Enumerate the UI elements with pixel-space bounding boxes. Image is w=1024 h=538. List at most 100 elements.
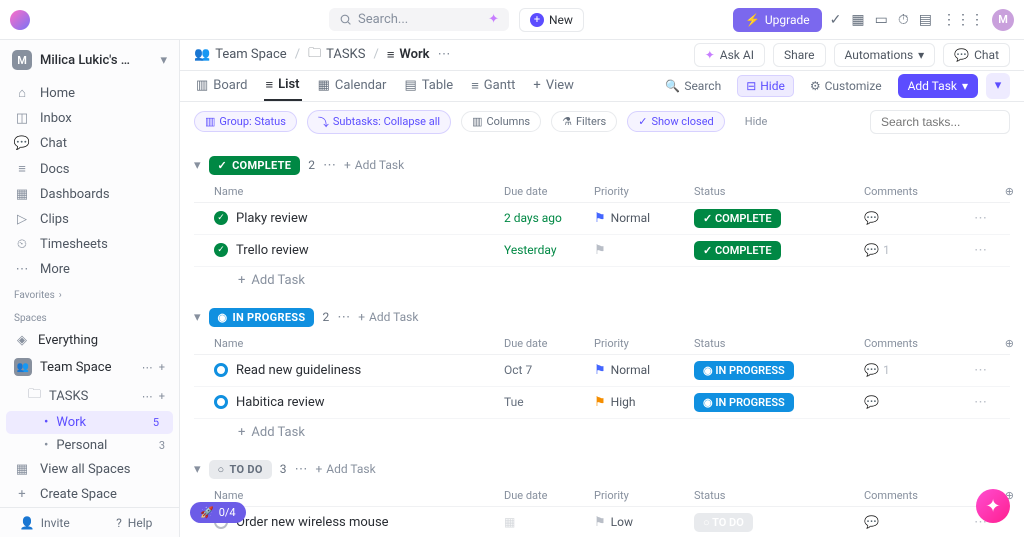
share-button[interactable]: Share [773,43,826,67]
automations-button[interactable]: Automations▾ [834,43,936,67]
hide-button[interactable]: ⊟Hide [737,75,794,97]
tab-add-view[interactable]: +View [531,72,576,99]
app-logo[interactable] [10,10,30,30]
col-comments[interactable]: Comments [864,337,964,350]
col-comments[interactable]: Comments [864,185,964,198]
group-add-task[interactable]: +Add Task [358,310,418,324]
tab-calendar[interactable]: ▦Calendar [316,72,389,99]
comments-cell[interactable]: 💬 [864,515,964,529]
status-cell[interactable]: ◉ IN PROGRESS [694,361,854,380]
more-icon[interactable]: ⋯ [294,462,307,477]
tab-board[interactable]: ▥Board [194,72,250,99]
comments-cell[interactable]: 💬1 [864,363,964,377]
nav-home[interactable]: ⌂Home [0,80,179,106]
col-priority[interactable]: Priority [594,489,684,502]
check-circle-icon[interactable]: ✓ [830,12,842,28]
columns-chip[interactable]: ▥Columns [461,111,541,132]
status-dot-icon[interactable] [214,363,228,377]
add-task-button[interactable]: Add Task▾ [898,74,978,98]
status-dot-icon[interactable]: ✓ [214,243,228,257]
col-status[interactable]: Status [694,337,854,350]
col-name[interactable]: Name [214,337,494,350]
row-more[interactable]: ⋯ [974,395,1014,410]
due-date-cell[interactable]: ▦ [504,515,584,529]
more-icon[interactable]: ⋯ [323,158,336,173]
tab-gantt[interactable]: ≡Gantt [469,72,517,100]
nav-docs[interactable]: ≡Docs [0,156,179,182]
col-comments[interactable]: Comments [864,489,964,502]
status-cell[interactable]: ✓ COMPLETE [694,241,854,260]
due-date-cell[interactable]: Tue [504,395,584,409]
nav-dashboards[interactable]: ▦Dashboards [0,182,179,207]
nav-more[interactable]: ⋯More [0,257,179,282]
priority-cell[interactable]: ⚑High [594,395,684,410]
tab-list[interactable]: ≡List [264,71,302,101]
task-row[interactable]: ✓Plaky review2 days ago⚑Normal✓ COMPLETE… [194,203,1010,235]
priority-cell[interactable]: ⚑Normal [594,211,684,226]
global-search[interactable]: Search... ✦ [329,8,509,31]
col-name[interactable]: Name [214,489,494,502]
status-cell[interactable]: ◉ IN PROGRESS [694,393,854,412]
col-priority[interactable]: Priority [594,185,684,198]
col-status[interactable]: Status [694,185,854,198]
comments-cell[interactable]: 💬1 [864,243,964,257]
filters-chip[interactable]: ⚗Filters [551,111,617,132]
task-row[interactable]: Habitica reviewTue⚑High◉ IN PROGRESS💬⋯ [194,387,1010,419]
quick-action-fab[interactable]: ✦ [976,489,1010,523]
col-due[interactable]: Due date [504,185,584,198]
more-icon[interactable]: ⋯ [142,390,153,403]
priority-cell[interactable]: ⚑Normal [594,363,684,378]
col-due[interactable]: Due date [504,489,584,502]
due-date-cell[interactable]: Oct 7 [504,363,584,377]
new-button[interactable]: + New [519,8,584,32]
crumb-tasks[interactable]: 🗀TASKS [308,44,365,66]
notepad-icon[interactable]: ▤ [919,12,932,28]
crumb-team-space[interactable]: 👥Team Space [194,47,287,62]
everything-item[interactable]: ◈ Everything [0,328,179,353]
view-all-spaces[interactable]: ▦View all Spaces [0,457,179,482]
add-column[interactable]: ⊕ [974,337,1014,350]
video-icon[interactable]: ▭ [875,12,888,28]
more-icon[interactable]: ⋯ [438,47,451,62]
subtasks-chip[interactable]: ⤵Subtasks: Collapse all [307,110,451,134]
nav-clips[interactable]: ▷Clips [0,207,179,232]
status-cell[interactable]: ○ TO DO [694,513,854,532]
search-button[interactable]: 🔍Search [657,76,729,96]
ask-ai-button[interactable]: ✦Ask AI [694,43,765,67]
crumb-work[interactable]: ≡Work [387,47,430,63]
invite-button[interactable]: 👤Invite [0,508,90,538]
more-icon[interactable]: ⋯ [337,310,350,325]
add-column[interactable]: ⊕ [974,185,1014,198]
folder-tasks[interactable]: 🗀 TASKS ⋯+ [0,381,179,411]
comments-cell[interactable]: 💬 [864,395,964,409]
nav-timesheets[interactable]: ⏲Timesheets [0,232,179,257]
col-status[interactable]: Status [694,489,854,502]
task-row[interactable]: Read new guidelinessOct 7⚑Normal◉ IN PRO… [194,355,1010,387]
create-space[interactable]: +Create Space [0,482,179,507]
status-dot-icon[interactable]: ✓ [214,211,228,225]
tab-table[interactable]: ▤Table [402,72,455,99]
nav-inbox[interactable]: ◫Inbox [0,106,179,131]
priority-cell[interactable]: ⚑ [594,243,684,258]
workspace-switcher[interactable]: M Milica Lukic's … ▾ [0,40,179,80]
more-icon[interactable]: ⋯ [142,361,153,374]
help-button[interactable]: ?Help [90,508,180,538]
group-status-badge[interactable]: ○TO DO [209,460,272,479]
space-team-space[interactable]: 👥 Team Space ⋯+ [0,353,179,381]
add-task-inline[interactable]: +Add Task [194,267,1010,294]
row-more[interactable]: ⋯ [974,363,1014,378]
col-due[interactable]: Due date [504,337,584,350]
chat-button[interactable]: 💬Chat [943,43,1010,67]
search-tasks-input[interactable] [870,110,1010,134]
col-priority[interactable]: Priority [594,337,684,350]
due-date-cell[interactable]: 2 days ago [504,211,584,225]
row-more[interactable]: ⋯ [974,243,1014,258]
task-row[interactable]: Order new wireless mouse▦⚑Low○ TO DO💬⋯ [194,507,1010,537]
group-add-task[interactable]: +Add Task [315,462,375,476]
add-task-inline[interactable]: +Add Task [194,419,1010,446]
plus-icon[interactable]: + [159,361,165,374]
stopwatch-icon[interactable]: ⏱ [898,12,909,28]
collapse-caret-icon[interactable]: ▾ [194,310,201,325]
upgrade-button[interactable]: ⚡ Upgrade [733,8,822,32]
customize-button[interactable]: ⚙Customize [802,76,890,96]
